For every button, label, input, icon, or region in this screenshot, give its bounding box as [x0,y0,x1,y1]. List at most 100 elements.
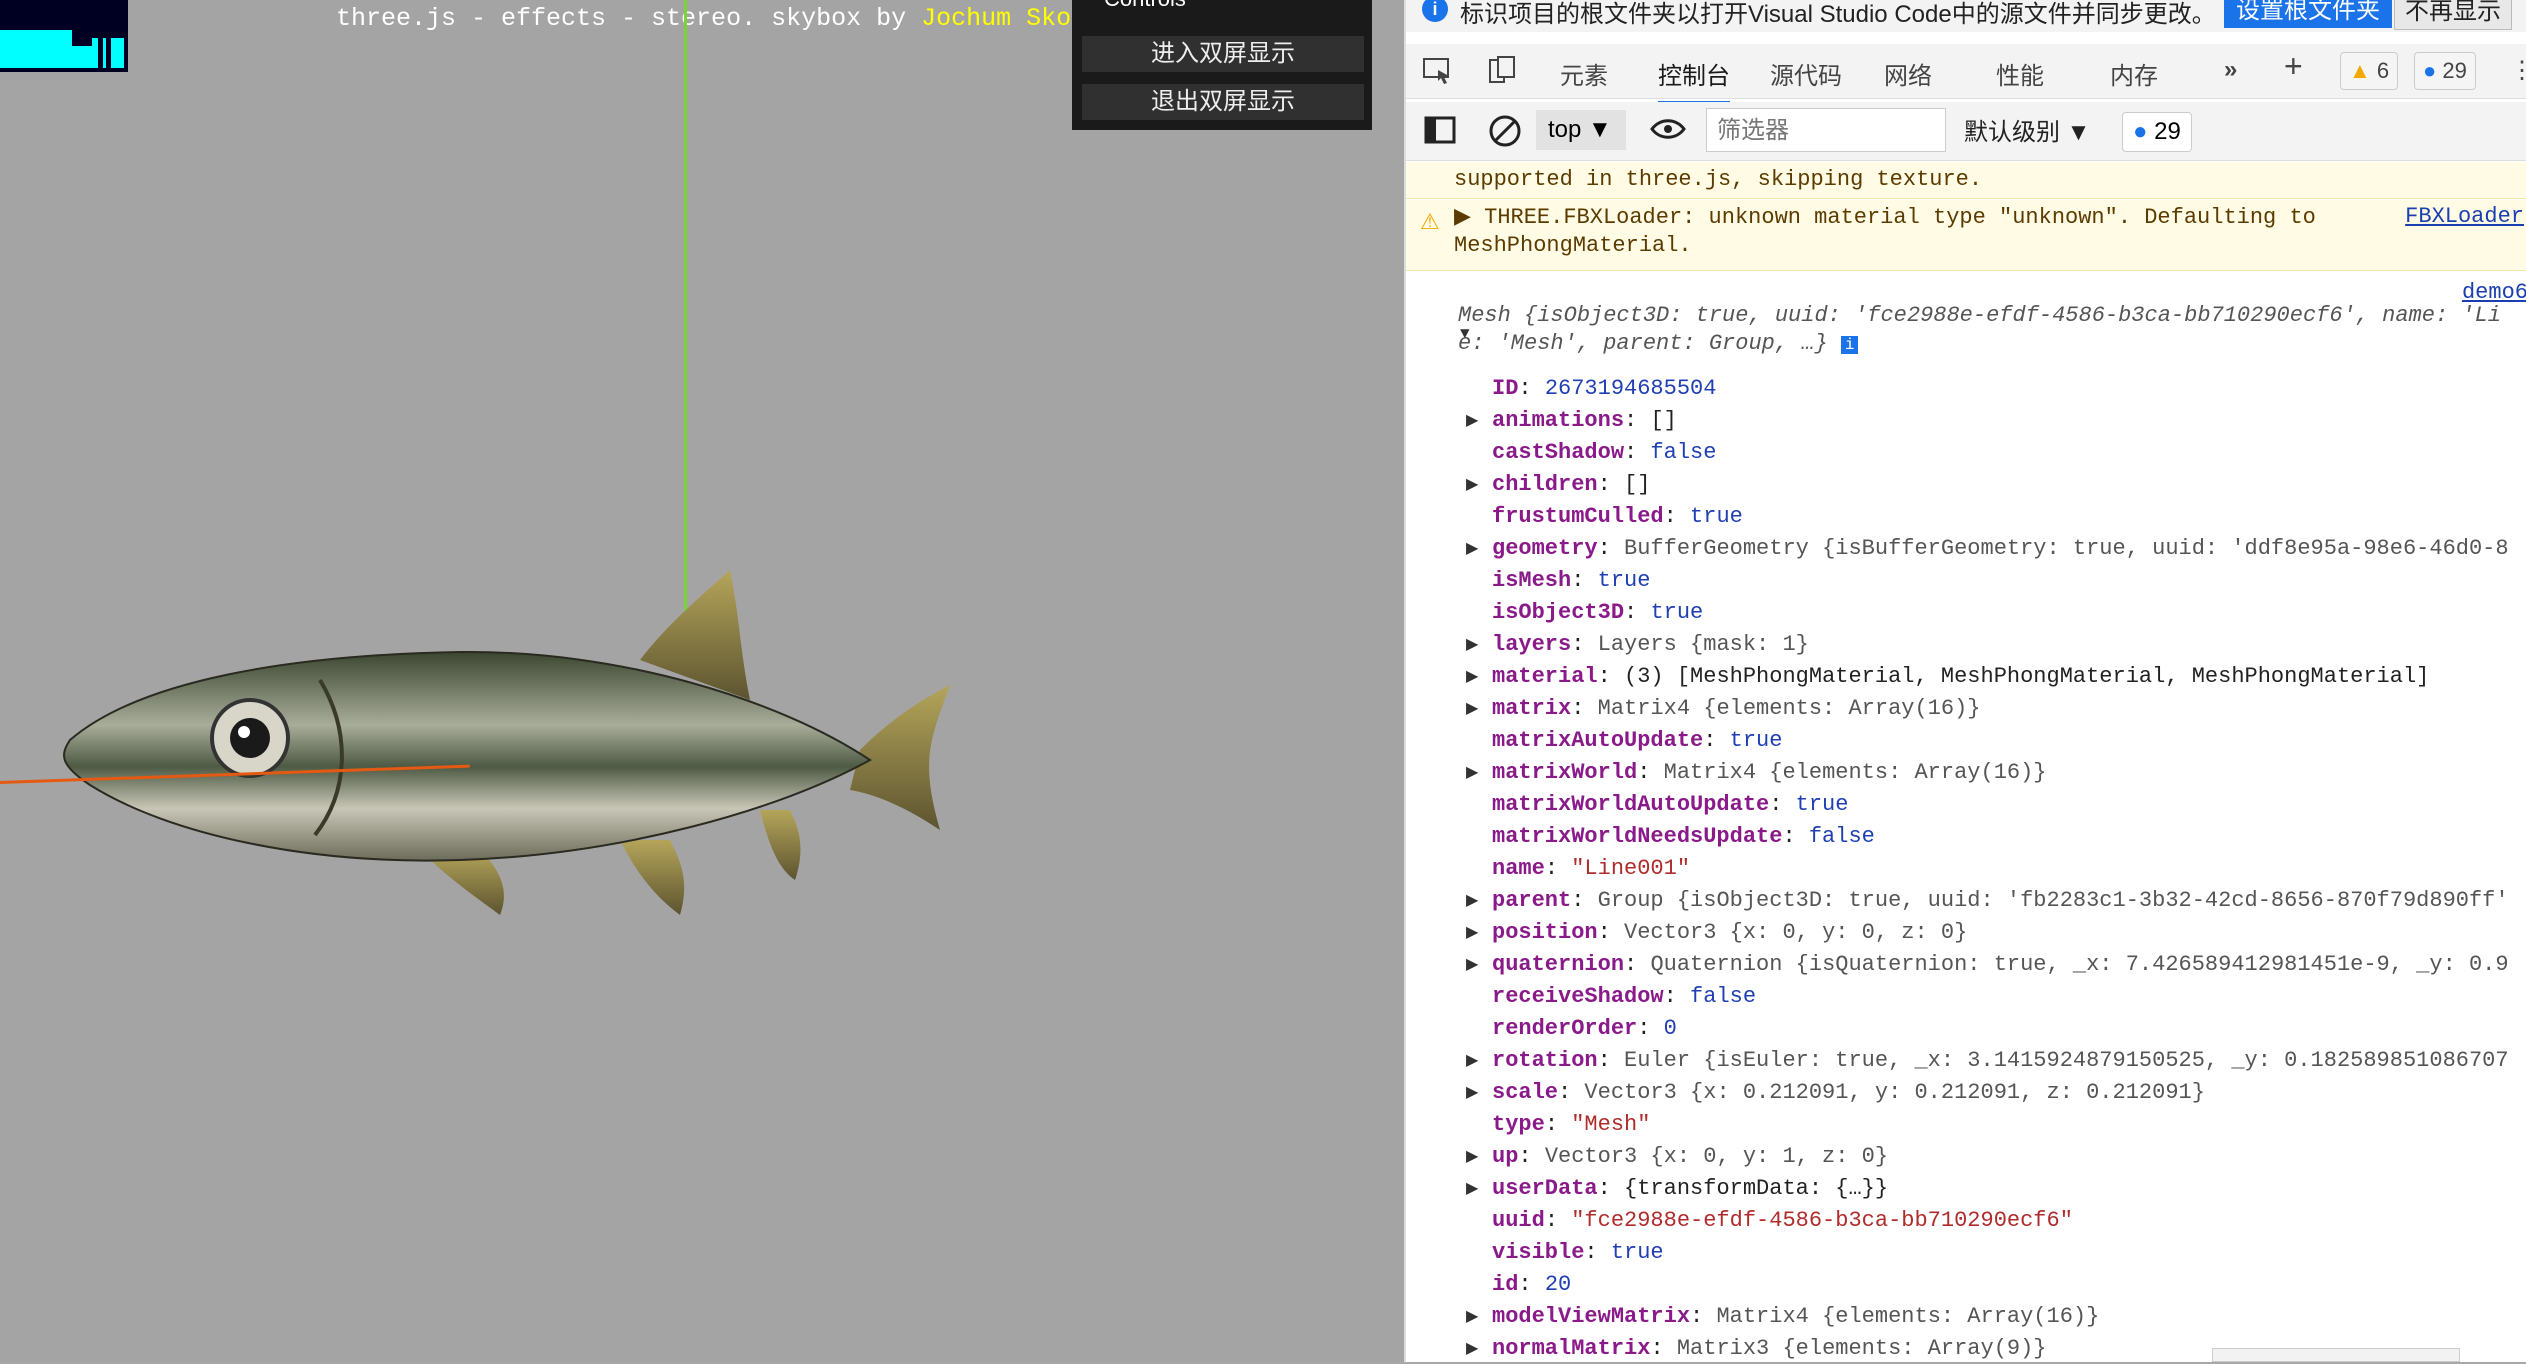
tab-network[interactable]: 网络 [1884,56,1932,91]
expand-arrow-icon[interactable]: ▶ [1466,534,1478,564]
property-value: (3) [MeshPhongMaterial, MeshPhongMateria… [1624,664,2430,689]
property-key: layers [1492,632,1572,657]
logged-object-summary[interactable]: Mesh {isObject3D: true, uuid: 'fce2988e-… [1458,302,2501,359]
device-emulation-icon[interactable] [1488,56,1518,84]
expand-arrow-icon[interactable]: ▶ [1466,1174,1478,1204]
expand-arrow-icon[interactable]: ▶ [1466,758,1478,788]
expand-arrow-icon[interactable]: ▶ [1466,662,1478,692]
tab-performance[interactable]: 性能 [1996,56,2044,91]
expand-arrow-icon[interactable]: ▶ [1466,886,1478,916]
property-value: 2673194685504 [1544,376,1717,401]
property-row[interactable]: ▶ normalMatrix: Matrix3 {elements: Array(… [1466,1334,2047,1364]
tab-elements[interactable]: 元素 [1560,56,1608,91]
issues-icon: ● [2133,118,2148,145]
property-row[interactable]: ▶ material: (3) [MeshPhongMaterial, MeshP… [1466,662,2430,692]
property-value: 0 [1663,1016,1677,1041]
property-row: castShadow: false [1492,440,1717,465]
property-row[interactable]: ▶ scale: Vector3 {x: 0.212091, y: 0.21209… [1466,1078,2205,1108]
property-row[interactable]: ▶ matrixWorld: Matrix4 {elements: Array(1… [1466,758,2047,788]
console-output[interactable]: supported in three.js, skipping texture.… [1406,162,2526,1362]
property-row: isObject3D: true [1492,600,1704,625]
property-row[interactable]: ▶ animations: [] [1466,406,1677,436]
clear-console-icon[interactable] [1488,114,1522,148]
warning-text-cont: MeshPhongMaterial. [1454,233,1692,258]
property-row[interactable]: ▶ geometry: BufferGeometry {isBufferGeome… [1466,534,2509,564]
add-tab-icon[interactable]: + [2284,48,2303,85]
warnings-count: 6 [2376,58,2390,83]
property-key: normalMatrix [1492,1336,1651,1361]
messages-count: 29 [2442,58,2467,83]
property-row[interactable]: ▶ parent: Group {isObject3D: true, uuid: … [1466,886,2509,916]
set-root-folder-button[interactable]: 设置根文件夹 [2224,0,2392,28]
expand-arrow-icon[interactable]: ▶ [1466,1302,1478,1332]
property-value: 20 [1544,1272,1572,1297]
property-row[interactable]: ▶ modelViewMatrix: Matrix4 {elements: Arr… [1466,1302,2099,1332]
expand-arrow-icon[interactable]: ▶ [1466,918,1478,948]
sidebar-toggle-icon[interactable] [1424,116,1456,144]
property-value: true [1650,600,1704,625]
property-row[interactable]: ▶ rotation: Euler {isEuler: true, _x: 3.1… [1466,1046,2509,1076]
settings-gear-icon[interactable]: ⋮ [2510,56,2526,85]
warning-icon: ▲ [2349,58,2371,83]
property-row[interactable]: ▶ quaternion: Quaternion {isQuaternion: t… [1466,950,2509,980]
messages-badge[interactable]: ● 29 [2414,52,2476,90]
enter-stereo-button[interactable]: 进入双屏显示 [1082,36,1364,72]
property-row[interactable]: ▶ layers: Layers {mask: 1} [1466,630,1809,660]
inspect-element-icon[interactable] [1422,56,1452,84]
chevron-down-icon: ▼ [2066,119,2091,146]
tab-sources[interactable]: 源代码 [1770,56,1842,91]
expand-arrow-icon[interactable]: ▶ [1466,406,1478,436]
property-row[interactable]: ▶ matrix: Matrix4 {elements: Array(16)} [1466,694,1981,724]
expand-arrow-icon[interactable]: ▶ [1466,1142,1478,1172]
expand-arrow-icon[interactable]: ▶ [1466,950,1478,980]
context-select[interactable]: top ▼ [1536,110,1626,150]
property-value: true [1597,568,1651,593]
property-key: visible [1492,1240,1585,1265]
horizontal-scrollbar[interactable] [2212,1348,2460,1362]
expand-arrow-icon[interactable]: ▶ [1466,1334,1478,1364]
fish-model [63,570,950,915]
property-key: matrix [1492,696,1572,721]
expand-arrow-icon[interactable]: ▶ [1466,1046,1478,1076]
warning-text[interactable]: ▶ THREE.FBXLoader: unknown material type… [1454,204,2316,232]
property-row: matrixAutoUpdate: true [1492,728,1783,753]
expand-arrow-icon[interactable]: ▶ [1466,694,1478,724]
live-expression-eye-icon[interactable] [1650,116,1686,142]
expand-arrow-icon[interactable]: ▶ [1466,1078,1478,1108]
property-row: isMesh: true [1492,568,1651,593]
more-tabs-icon[interactable]: » [2224,56,2237,84]
property-key: quaternion [1492,952,1625,977]
property-row[interactable]: ▶ userData: {transformData: {…}} [1466,1174,1888,1204]
expand-arrow-icon[interactable]: ▶ [1466,470,1478,500]
property-key: type [1492,1112,1545,1137]
source-link[interactable]: FBXLoader [2405,204,2524,229]
property-row[interactable]: ▶ children: [] [1466,470,1650,500]
property-value: Vector3 {x: 0, y: 0, z: 0} [1624,920,1968,945]
expand-arrow-icon[interactable]: ▶ [1466,630,1478,660]
controls-title[interactable]: Controls [1104,0,1186,12]
property-value: "Mesh" [1571,1112,1651,1137]
filter-input[interactable]: 筛选器 [1706,108,1946,152]
property-value: [] [1650,408,1677,433]
stats-panel[interactable] [0,0,128,72]
property-key: geometry [1492,536,1598,561]
object-summary-line: Mesh {isObject3D: true, uuid: 'fce2988e-… [1458,303,2501,328]
property-value: true [1795,792,1849,817]
exit-stereo-button[interactable]: 退出双屏显示 [1082,84,1364,120]
threejs-viewport[interactable]: three.js - effects - stereo. skybox by J… [0,0,1404,1362]
property-row[interactable]: ▶ position: Vector3 {x: 0, y: 0, z: 0} [1466,918,1968,948]
log-level-select[interactable]: 默认级别 ▼ [1964,112,2090,147]
issues-button[interactable]: ● 29 [2122,112,2192,152]
tab-console[interactable]: 控制台 [1658,56,1730,104]
property-value: Vector3 {x: 0.212091, y: 0.212091, z: 0.… [1584,1080,2205,1105]
dont-show-again-button[interactable]: 不再显示 [2394,0,2512,30]
warnings-badge[interactable]: ▲ 6 [2340,52,2399,90]
property-row[interactable]: ▶ up: Vector3 {x: 0, y: 1, z: 0} [1466,1142,1888,1172]
tab-memory[interactable]: 内存 [2110,56,2158,91]
property-key: isMesh [1492,568,1572,593]
message-icon: ● [2423,58,2437,83]
info-text: three.js - effects - stereo. skybox by J… [336,4,1146,33]
context-label: top [1548,116,1582,143]
property-value: Matrix4 {elements: Array(16)} [1597,696,1981,721]
warning-icon: ⚠ [1420,211,1440,236]
